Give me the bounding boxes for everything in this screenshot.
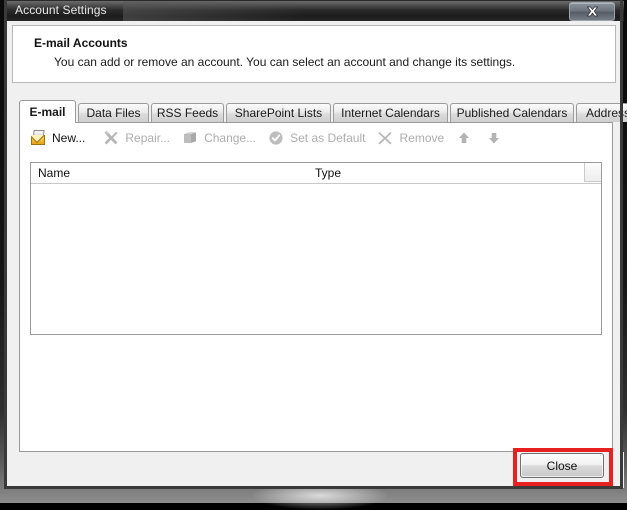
accounts-list-body[interactable] [31, 184, 601, 334]
tab-label: Internet Calendars [341, 106, 440, 120]
email-tab-page: New... Repair... Change... Set as Defaul… [19, 122, 613, 452]
panel-description: You can add or remove an account. You ca… [54, 55, 516, 69]
tab-published-calendars[interactable]: Published Calendars [450, 103, 574, 122]
tab-label: Published Calendars [456, 106, 568, 120]
change-account-button: Change... [182, 130, 256, 146]
panel-heading: E-mail Accounts [34, 36, 128, 50]
column-header-type[interactable]: Type [315, 166, 341, 180]
repair-account-button: Repair... [103, 130, 170, 146]
column-chooser-button[interactable] [584, 163, 601, 182]
tab-strip: E-mail Data Files RSS Feeds SharePoint List… [19, 100, 627, 123]
tab-label: Data Files [86, 106, 141, 120]
tab-label: RSS Feeds [156, 106, 219, 120]
accounts-list-header: Name Type [31, 163, 601, 184]
close-button[interactable]: Close [520, 453, 604, 478]
window-close-icon [586, 6, 598, 17]
repair-account-label: Repair... [125, 131, 171, 145]
move-up-button [456, 130, 474, 146]
column-header-name[interactable]: Name [38, 166, 70, 180]
dialog-footer: Close [5, 448, 624, 488]
change-account-label: Change... [204, 131, 257, 145]
desktop-glow [250, 486, 390, 510]
tab-rss-feeds[interactable]: RSS Feeds [151, 103, 224, 122]
tab-label: Address Books [586, 106, 627, 120]
move-up-arrow-icon [456, 130, 474, 146]
set-as-default-button: Set as Default [268, 130, 365, 146]
remove-account-button: Remove [377, 130, 444, 146]
move-down-arrow-icon [486, 130, 504, 146]
remove-x-icon [377, 130, 395, 146]
repair-tools-icon [103, 130, 121, 146]
accounts-toolbar: New... Repair... Change... Set as Defaul… [20, 123, 612, 153]
tab-sharepoint-lists[interactable]: SharePoint Lists [226, 103, 331, 122]
set-default-check-icon [268, 130, 286, 146]
new-account-button[interactable]: New... [30, 130, 85, 146]
tab-data-files[interactable]: Data Files [78, 103, 149, 122]
change-account-icon [182, 130, 200, 146]
tab-label: E-mail [29, 105, 66, 119]
tab-address-books[interactable]: Address Books [576, 103, 627, 122]
instruction-panel: E-mail Accounts You can add or remove an… [12, 25, 616, 83]
window-title: Account Settings [15, 3, 107, 17]
new-account-label: New... [52, 131, 86, 145]
move-down-button [486, 130, 504, 146]
tab-e-mail[interactable]: E-mail [19, 100, 76, 123]
accounts-list[interactable]: Name Type [30, 162, 602, 335]
account-settings-dialog: Account Settings E-mail Accounts You can… [4, 0, 627, 489]
dialog-titlebar[interactable]: Account Settings [5, 1, 624, 21]
tab-label: SharePoint Lists [234, 106, 323, 120]
window-close-button[interactable] [569, 2, 615, 21]
remove-account-label: Remove [399, 131, 445, 145]
new-email-envelope-icon [30, 130, 48, 146]
tab-internet-calendars[interactable]: Internet Calendars [333, 103, 448, 122]
set-as-default-label: Set as Default [290, 131, 366, 145]
